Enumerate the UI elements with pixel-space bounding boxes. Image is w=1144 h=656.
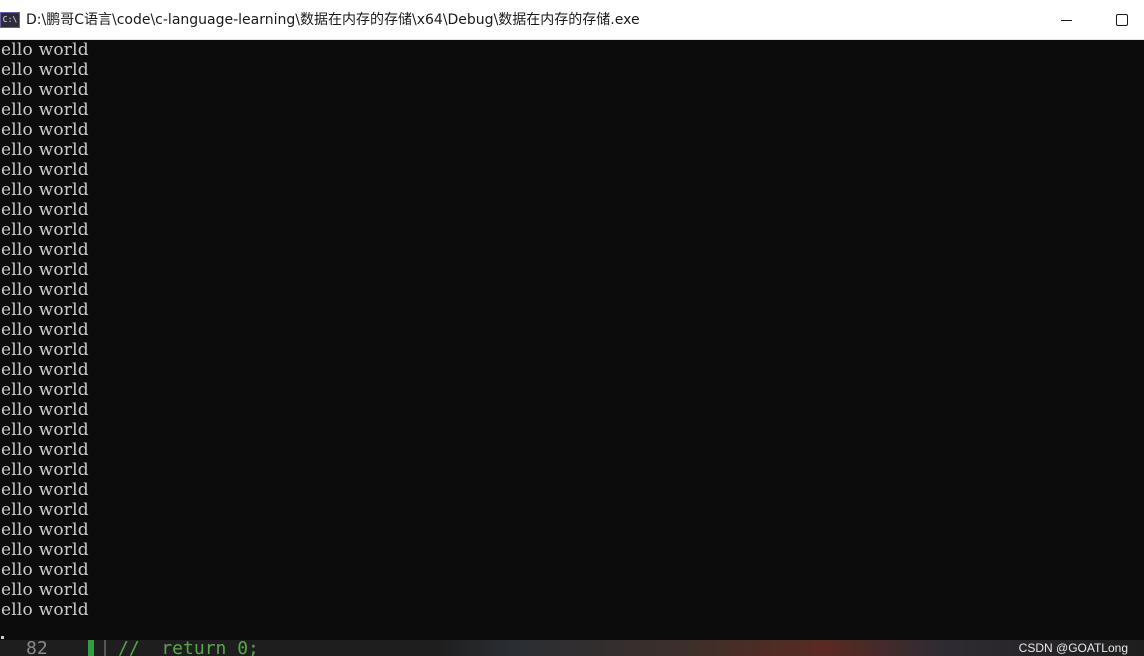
change-indicator <box>88 640 94 656</box>
console-app-icon[interactable]: C:\ <box>0 12 20 28</box>
console-line: ello world <box>1 380 89 400</box>
maximize-button[interactable] <box>1094 0 1144 40</box>
console-line: ello world <box>1 340 89 360</box>
console-line: ello world <box>1 40 89 60</box>
line-number: 82 <box>26 640 48 656</box>
console-line: ello world <box>1 400 89 420</box>
watermark: CSDN @GOATLong <box>1018 641 1128 655</box>
console-line: ello world <box>1 480 89 500</box>
console-line: ello world <box>1 220 89 240</box>
console-line: ello world <box>1 440 89 460</box>
console-line: ello world <box>1 360 89 380</box>
console-line: ello world <box>1 180 89 200</box>
console-line: ello world <box>1 540 89 560</box>
console-line: ello world <box>1 280 89 300</box>
console-line: ello world <box>1 140 89 160</box>
console-line: ello world <box>1 500 89 520</box>
code-line: // return 0; <box>118 640 259 656</box>
console-line: ello world <box>1 420 89 440</box>
console-line: ello world <box>1 60 89 80</box>
window-title: D:\鹏哥C语言\code\c-language-learning\数据在内存的… <box>26 12 640 28</box>
console-line: ello world <box>1 240 89 260</box>
console-line: ello world <box>1 260 89 280</box>
console-line: ello world <box>1 100 89 120</box>
title-bar[interactable]: C:\ D:\鹏哥C语言\code\c-language-learning\数据… <box>0 0 1144 40</box>
console-line: ello world <box>1 300 89 320</box>
console-line: ello world <box>1 320 89 340</box>
console-line: ello world <box>1 160 89 180</box>
console-line: ello world <box>1 200 89 220</box>
minimize-button[interactable] <box>1038 0 1094 40</box>
background-editor-strip: 82 // return 0; CSDN @GOATLong <box>0 640 1144 656</box>
maximize-icon <box>1116 14 1128 26</box>
text-cursor <box>1 636 4 639</box>
console-line: ello world <box>1 580 89 600</box>
console-output[interactable]: ello world ello world ello world ello world… <box>0 40 1144 640</box>
console-line: ello world <box>1 520 89 540</box>
gutter-separator <box>104 640 106 656</box>
console-line: ello world <box>1 600 89 620</box>
console-line: ello world <box>1 120 89 140</box>
minimize-icon <box>1060 19 1072 21</box>
console-line: ello world <box>1 80 89 100</box>
console-line: ello world <box>1 560 89 580</box>
console-line: ello world <box>1 460 89 480</box>
